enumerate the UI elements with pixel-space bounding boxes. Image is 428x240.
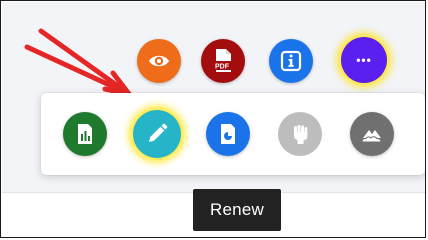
screenshot-frame: PDF ••• Renew [0,0,426,238]
landscape-button[interactable] [350,112,394,156]
document-chart-icon [221,124,235,144]
cloud-landscape-icon [361,130,382,143]
raised-fist-icon [294,125,308,144]
renew-tooltip: Renew [193,189,281,231]
pencil-edit-icon [149,123,168,142]
renew-button[interactable] [133,110,181,158]
spreadsheet-button[interactable] [63,112,107,156]
document-report-button[interactable] [206,112,250,156]
tooltip-label: Renew [210,200,264,219]
spreadsheet-icon [78,124,92,144]
protest-button[interactable] [278,112,322,156]
